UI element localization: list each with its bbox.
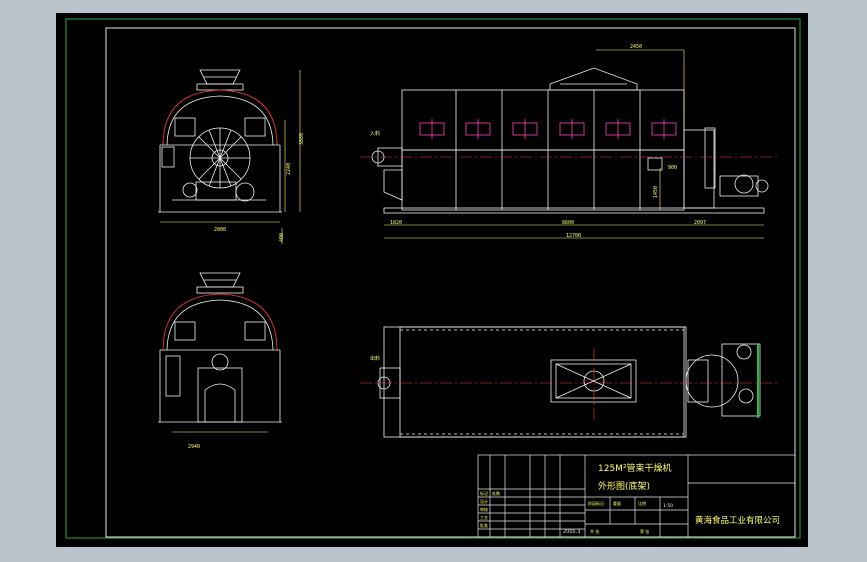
dim-front-height-total: 3880 xyxy=(299,133,305,145)
dim-side-mid: 8600 xyxy=(562,220,574,226)
wheel-spokes xyxy=(190,128,250,188)
tb-label-approve: 批准 xyxy=(480,522,488,528)
tb-label-stage: 阶段标记 xyxy=(588,500,604,506)
dim-front-width: 2800 xyxy=(214,227,226,233)
tb-label-process: 工艺 xyxy=(480,515,488,520)
inlet-label: 入料 xyxy=(370,130,380,137)
drawing-title: 125M²管束干燥机 xyxy=(598,462,672,474)
dim-front-height-mid: 2240 xyxy=(286,163,292,175)
dim-side-left: 1820 xyxy=(390,220,402,226)
cad-drawing: 2800 3880 2240 400 2940 入料 8600 12700 18… xyxy=(56,13,808,547)
tb-label-weight: 重量 xyxy=(613,500,621,506)
drawing-subtitle: 外形图(底架) xyxy=(598,480,650,492)
company-name: 黄海食品工业有限公司 xyxy=(695,515,780,526)
tb-label-sheet: 第 张 xyxy=(640,528,649,534)
scale-value: 1:50 xyxy=(663,503,673,509)
tb-label-mark: 标记 xyxy=(480,490,488,496)
tb-label-count: 处数 xyxy=(492,490,500,496)
dim-side-total: 12700 xyxy=(566,233,581,239)
dim-small-a: 400 xyxy=(279,233,285,242)
dim-spout: 900 xyxy=(668,165,677,171)
dim-side-right: 2097 xyxy=(694,220,706,226)
tb-label-sheets: 共 张 xyxy=(590,528,599,534)
dim-spout-height: 1450 xyxy=(653,186,659,198)
tb-label-ratio: 比例 xyxy=(638,500,646,506)
drawing-date: 2005.3 xyxy=(563,529,581,535)
outlet-label: 出料 xyxy=(370,355,380,362)
dim-bottom-width: 2940 xyxy=(188,444,200,450)
tb-label-check: 审核 xyxy=(480,506,488,512)
tb-label-design: 设计 xyxy=(480,498,488,504)
cad-viewport[interactable]: 2800 3880 2240 400 2940 入料 8600 12700 18… xyxy=(0,0,867,562)
drawing-sheet xyxy=(56,13,808,547)
dim-top-offset: 2450 xyxy=(630,44,642,50)
